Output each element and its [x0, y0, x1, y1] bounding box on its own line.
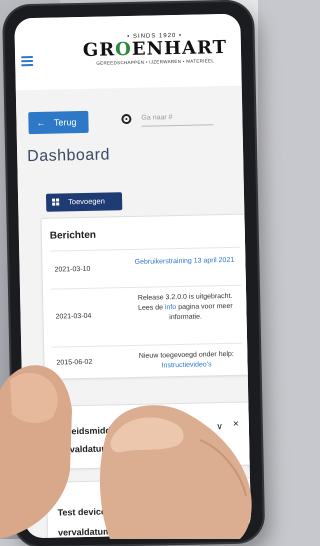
hand-image — [0, 365, 252, 539]
